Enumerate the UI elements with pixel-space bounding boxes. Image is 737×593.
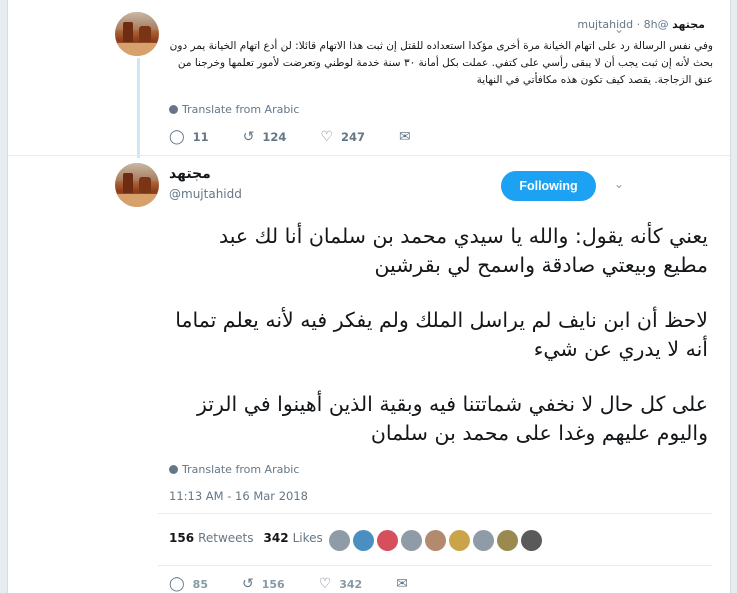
message-button[interactable]: ✉ xyxy=(396,576,416,592)
timestamp[interactable]: 11:13 AM - 16 Mar 2018 xyxy=(169,489,308,503)
divider xyxy=(158,565,712,566)
reply-button[interactable]: ◯ 85 xyxy=(169,576,208,592)
translate-link[interactable]: Translate from Arabic xyxy=(169,103,299,116)
reply-author-name[interactable]: مجتهد xyxy=(672,18,705,31)
chevron-down-icon[interactable]: ⌄ xyxy=(614,22,624,36)
liker-avatars xyxy=(329,530,545,551)
heart-icon: ♡ xyxy=(318,576,332,592)
liker-avatar[interactable] xyxy=(473,530,494,551)
reply-time[interactable]: 8h xyxy=(644,18,658,31)
liker-avatar[interactable] xyxy=(521,530,542,551)
reply-icon: ◯ xyxy=(169,129,185,145)
tweet-frame: مجتهد @mujtahidd · 8h ⌄ وفي نفس الرسالة … xyxy=(7,0,731,593)
message-button[interactable]: ✉ xyxy=(399,129,419,145)
globe-icon xyxy=(169,465,178,474)
liker-avatar[interactable] xyxy=(353,530,374,551)
liker-avatar[interactable] xyxy=(401,530,422,551)
retweets-label[interactable]: Retweets xyxy=(198,531,253,545)
divider xyxy=(158,513,712,514)
reply-actions: ◯ 11 ↺ 124 ♡ 247 ✉ xyxy=(169,129,453,145)
message-icon: ✉ xyxy=(399,129,411,145)
tweet-actions: ◯ 85 ↺ 156 ♡ 342 ✉ xyxy=(169,576,450,592)
like-button[interactable]: ♡ 342 xyxy=(319,576,363,592)
liker-avatar[interactable] xyxy=(425,530,446,551)
author-name[interactable]: مجتهد xyxy=(169,166,211,182)
liker-avatar[interactable] xyxy=(329,530,350,551)
avatar[interactable] xyxy=(115,163,159,207)
liker-avatar[interactable] xyxy=(449,530,470,551)
tweet-paragraph: لاحظ أن ابن نايف لم يراسل الملك ولم يفكر… xyxy=(175,308,708,361)
following-button[interactable]: Following xyxy=(501,171,596,201)
likes-count[interactable]: 342 xyxy=(264,531,289,545)
translate-link[interactable]: Translate from Arabic xyxy=(169,463,299,476)
tweet-paragraph: يعني كأنه يقول: والله يا سيدي محمد بن سل… xyxy=(218,224,708,277)
tweet-text: يعني كأنه يقول: والله يا سيدي محمد بن سل… xyxy=(168,222,708,474)
likes-label[interactable]: Likes xyxy=(293,531,323,545)
retweet-icon: ↺ xyxy=(242,129,255,145)
reply-icon: ◯ xyxy=(169,576,185,592)
message-icon: ✉ xyxy=(396,576,408,592)
divider xyxy=(8,155,730,156)
tweet-stats: 156 Retweets 342 Likes xyxy=(169,531,333,545)
author-handle[interactable]: @mujtahidd xyxy=(169,187,242,201)
reply-button[interactable]: ◯ 11 xyxy=(169,129,209,145)
globe-icon xyxy=(169,105,178,114)
reply-text: وفي نفس الرسالة رد على اتهام الخيانة مرة… xyxy=(169,40,713,86)
heart-icon: ♡ xyxy=(320,129,333,145)
thread-line xyxy=(137,58,140,158)
tweet-paragraph: على كل حال لا نخفي شماتتنا فيه وبقية الذ… xyxy=(196,392,708,445)
like-button[interactable]: ♡ 247 xyxy=(320,129,365,145)
chevron-down-icon[interactable]: ⌄ xyxy=(614,177,624,191)
retweet-icon: ↺ xyxy=(241,576,254,592)
retweets-count[interactable]: 156 xyxy=(169,531,194,545)
liker-avatar[interactable] xyxy=(377,530,398,551)
retweet-button[interactable]: ↺ 156 xyxy=(242,576,285,592)
liker-avatar[interactable] xyxy=(497,530,518,551)
retweet-button[interactable]: ↺ 124 xyxy=(243,129,287,145)
